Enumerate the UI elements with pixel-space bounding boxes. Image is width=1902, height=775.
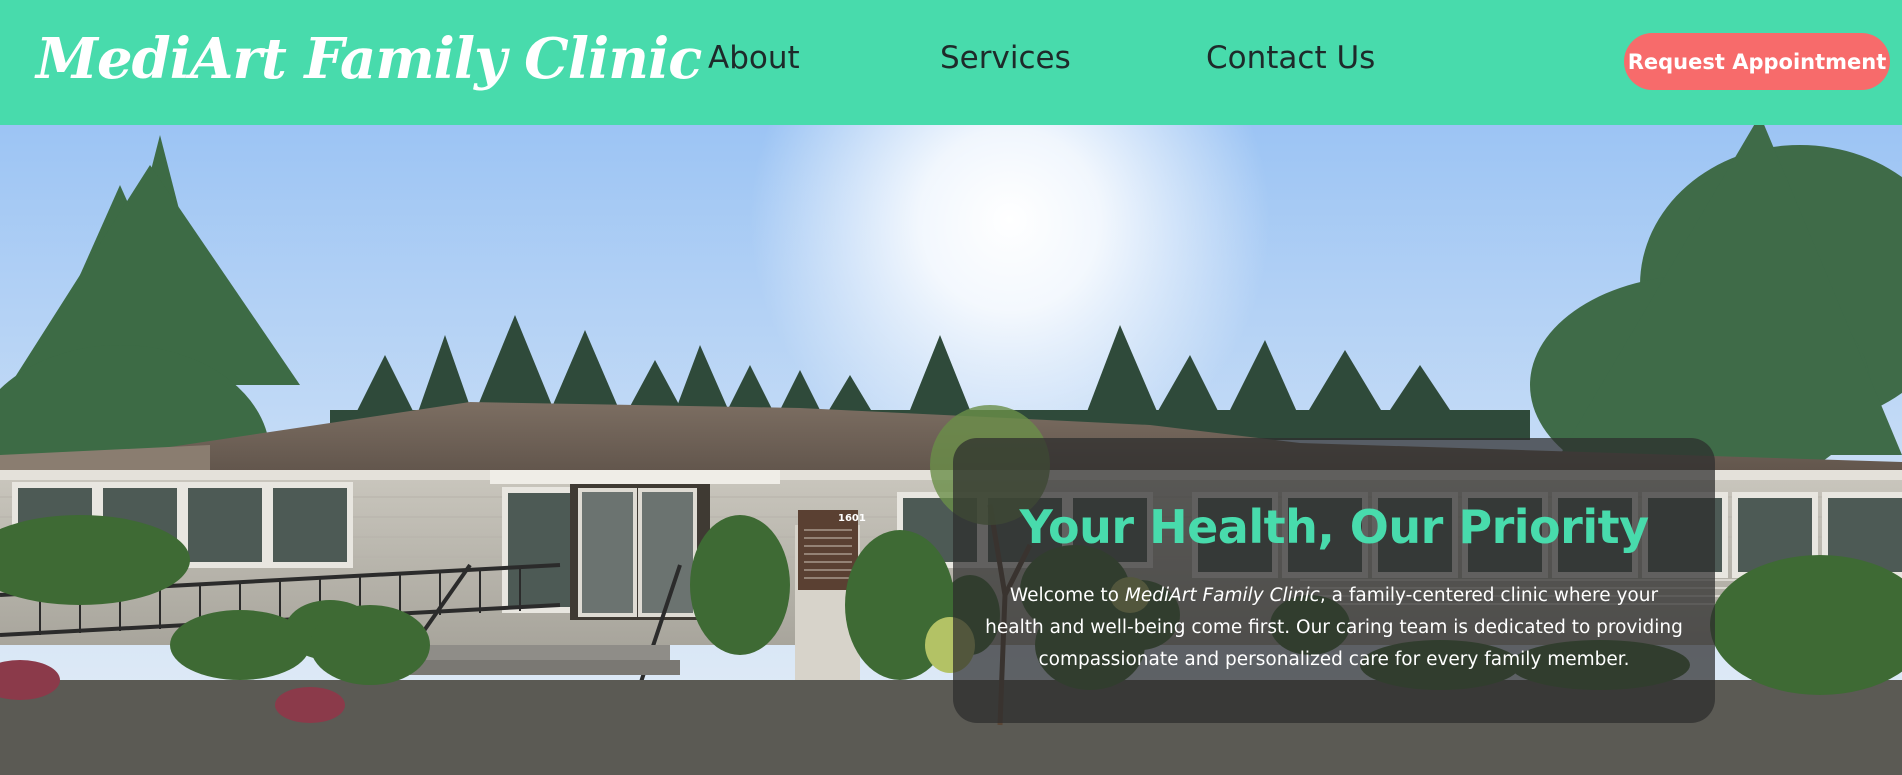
site-logo-title[interactable]: MediArt Family Clinic xyxy=(36,26,702,92)
building-sign-number: 1601 xyxy=(838,513,866,524)
hero-welcome-text: Welcome to MediArt Family Clinic, a fami… xyxy=(984,580,1684,676)
hero-headline: Your Health, Our Priority xyxy=(1019,500,1649,554)
nav-link-contact-us[interactable]: Contact Us xyxy=(1206,40,1375,76)
hero-section: 1601 Your Health, Our Priority Welcome t… xyxy=(0,125,1902,775)
site-header: MediArt Family Clinic About Services Con… xyxy=(0,0,1902,125)
hero-welcome-card: Your Health, Our Priority Welcome to Med… xyxy=(953,438,1715,723)
nav-link-about[interactable]: About xyxy=(708,40,800,76)
nav-link-services[interactable]: Services xyxy=(940,40,1071,76)
welcome-brand-name: MediArt Family Clinic xyxy=(1124,585,1320,606)
welcome-prefix: Welcome to xyxy=(1009,585,1125,606)
request-appointment-button[interactable]: Request Appointment xyxy=(1624,33,1890,90)
